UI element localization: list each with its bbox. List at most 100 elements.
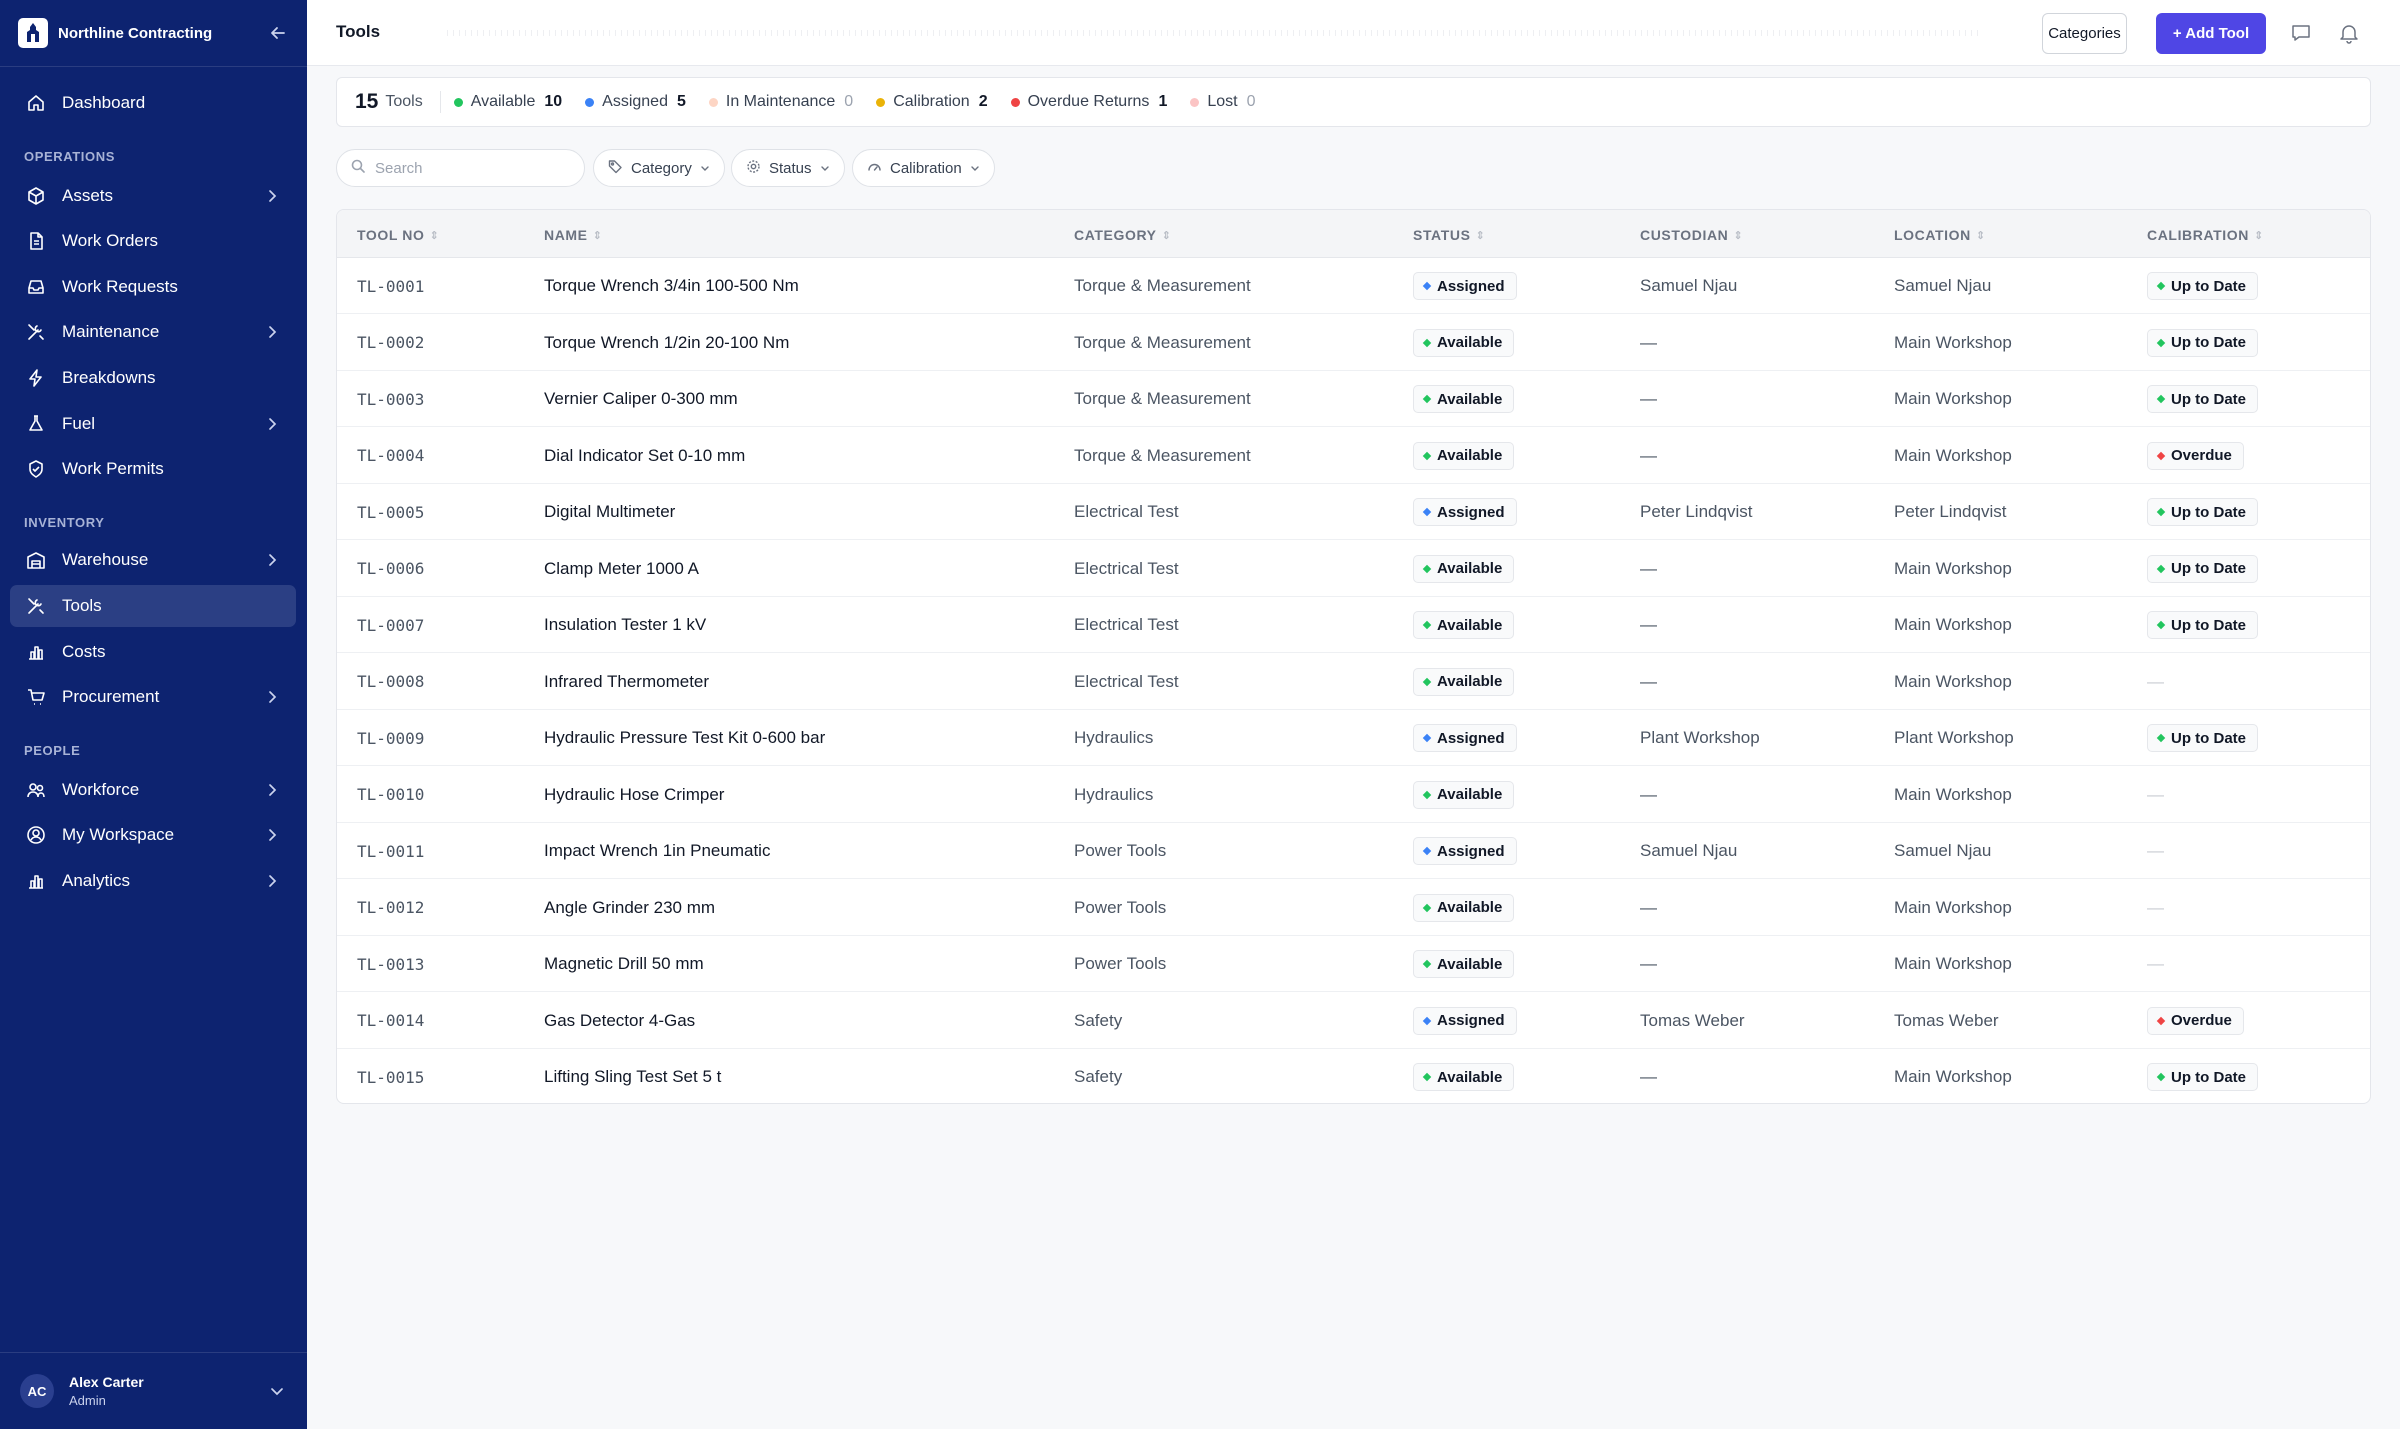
table-row[interactable]: TL-0014 Gas Detector 4-Gas Safety Assigned T… xyxy=(337,993,2370,1049)
user-role: Admin xyxy=(69,1393,106,1408)
status-diamond-icon xyxy=(1422,1072,1432,1082)
column-header-name[interactable]: NAME ⇕ xyxy=(544,227,602,243)
table-row[interactable]: TL-0009 Hydraulic Pressure Test Kit 0-600… xyxy=(337,710,2370,766)
search-input[interactable] xyxy=(375,159,565,177)
table-row[interactable]: TL-0002 Torque Wrench 1/2in 20-100 Nm Torq… xyxy=(337,315,2370,371)
category-filter[interactable]: Category xyxy=(593,149,725,187)
calibration-empty: — xyxy=(2147,784,2164,804)
sidebar-item-label: Warehouse xyxy=(62,550,149,569)
user-menu[interactable]: AC Alex Carter Admin xyxy=(0,1352,307,1429)
add-tool-button[interactable]: + Add Tool xyxy=(2156,13,2266,54)
custodian: Samuel Njau xyxy=(1640,276,1738,295)
sidebar-item-work-permits[interactable]: Work Permits xyxy=(10,448,296,490)
status-badge: Available xyxy=(1413,1063,1515,1091)
status-cell: Assigned xyxy=(1413,258,1517,314)
sidebar-item-work-requests[interactable]: Work Requests xyxy=(10,266,296,308)
tool-number: TL-0011 xyxy=(357,841,425,861)
status-badge: Available xyxy=(1413,554,1515,583)
column-header-location[interactable]: LOCATION ⇕ xyxy=(1894,227,1986,243)
status-gear-icon xyxy=(746,159,761,178)
chevron-down-icon xyxy=(820,160,830,177)
sidebar-item-tools[interactable]: Tools xyxy=(10,585,296,627)
search-box[interactable] xyxy=(336,149,585,187)
sidebar-item-analytics[interactable]: Analytics xyxy=(10,860,296,902)
sidebar-item-label: Work Requests xyxy=(62,277,178,296)
sidebar-item-work-orders[interactable]: Work Orders xyxy=(10,220,296,262)
status-badge-label: Available xyxy=(1437,390,1503,408)
sidebar-item-warehouse[interactable]: Warehouse xyxy=(10,539,296,581)
tool-category: Power Tools xyxy=(1074,954,1167,973)
status-cell: Available xyxy=(1413,936,1515,992)
sidebar-item-breakdowns[interactable]: Breakdowns xyxy=(10,357,296,399)
sidebar-item-maintenance[interactable]: Maintenance xyxy=(10,311,296,353)
status-cell: Assigned xyxy=(1413,993,1517,1049)
collapse-sidebar-icon[interactable] xyxy=(267,22,289,44)
column-header-calibration[interactable]: CALIBRATION ⇕ xyxy=(2147,227,2264,243)
table-row[interactable]: TL-0001 Torque Wrench 3/4in 100-500 Nm Tor… xyxy=(337,258,2370,314)
sidebar-item-assets[interactable]: Assets xyxy=(10,175,296,217)
column-header-tool-no[interactable]: TOOL NO ⇕ xyxy=(357,227,439,243)
status-dot-icon xyxy=(1010,97,1020,107)
user-name: Alex Carter xyxy=(69,1374,144,1390)
sidebar-item-my-workspace[interactable]: My Workspace xyxy=(10,814,296,856)
column-header-category[interactable]: CATEGORY ⇕ xyxy=(1074,227,1171,243)
status-filter[interactable]: Status xyxy=(731,149,845,187)
stat-assigned[interactable]: Assigned 5 xyxy=(585,93,686,111)
chat-icon[interactable] xyxy=(2288,20,2314,46)
table-row[interactable]: TL-0006 Clamp Meter 1000 A Electrical Test… xyxy=(337,541,2370,597)
chevron-down-icon xyxy=(700,160,710,177)
column-header-label: CUSTODIAN xyxy=(1640,227,1729,243)
status-badge-label: Available xyxy=(1437,786,1503,803)
stat-label: Calibration xyxy=(893,93,970,110)
table-row[interactable]: TL-0003 Vernier Caliper 0-300 mm Torque & … xyxy=(337,371,2370,427)
status-filter-label: Status xyxy=(769,159,812,177)
stat-lost[interactable]: Lost 0 xyxy=(1190,93,1256,111)
sidebar-item-dashboard[interactable]: Dashboard xyxy=(10,82,296,124)
sidebar-item-costs[interactable]: Costs xyxy=(10,631,296,673)
column-header-status[interactable]: STATUS ⇕ xyxy=(1413,227,1485,243)
stat-in-maintenance[interactable]: In Maintenance 0 xyxy=(708,93,853,111)
sort-icon: ⇕ xyxy=(1475,229,1486,242)
tag-icon xyxy=(608,159,623,178)
stat-calibration[interactable]: Calibration 2 xyxy=(876,93,988,111)
table-row[interactable]: TL-0005 Digital Multimeter Electrical Test… xyxy=(337,484,2370,540)
table-row[interactable]: TL-0012 Angle Grinder 230 mm Power Tools Av… xyxy=(337,880,2370,936)
status-badge-label: Available xyxy=(1437,616,1503,634)
column-header-custodian[interactable]: CUSTODIAN ⇕ xyxy=(1640,227,1743,243)
sidebar-item-procurement[interactable]: Procurement xyxy=(10,676,296,718)
section-inventory: INVENTORY xyxy=(24,515,105,530)
stat-available[interactable]: Available 10 xyxy=(453,93,563,111)
table-row[interactable]: TL-0004 Dial Indicator Set 0-10 mm Torque … xyxy=(337,428,2370,484)
calibration-filter[interactable]: Calibration xyxy=(852,149,995,187)
section-people: PEOPLE xyxy=(24,743,81,758)
tools-icon xyxy=(24,594,48,618)
status-cell: Available xyxy=(1413,654,1515,710)
chevron-down-icon xyxy=(970,160,980,177)
table-row[interactable]: TL-0013 Magnetic Drill 50 mm Power Tools Av… xyxy=(337,936,2370,992)
table-row[interactable]: TL-0011 Impact Wrench 1in Pneumatic Power … xyxy=(337,823,2370,879)
building-icon xyxy=(24,548,48,572)
custodian: Samuel Njau xyxy=(1640,841,1738,860)
stat-label: Overdue Returns xyxy=(1027,93,1150,110)
location: Main Workshop xyxy=(1894,332,2012,352)
brand-name: Northline Contracting xyxy=(58,24,213,42)
calibration-badge-label: Up to Date xyxy=(2171,729,2246,747)
stat-count: 10 xyxy=(544,93,563,110)
search-icon xyxy=(351,159,365,178)
calibration-diamond-icon xyxy=(2156,733,2166,743)
sidebar-item-workforce[interactable]: Workforce xyxy=(10,769,296,811)
table-row[interactable]: TL-0010 Hydraulic Hose Crimper Hydraulics A… xyxy=(337,767,2370,823)
table-row[interactable]: TL-0015 Lifting Sling Test Set 5 t Safety A… xyxy=(337,1049,2370,1103)
calibration-diamond-icon xyxy=(2156,1072,2166,1082)
stat-overdue-returns[interactable]: Overdue Returns 1 xyxy=(1010,93,1167,111)
tool-category: Power Tools xyxy=(1074,841,1167,860)
column-header-label: STATUS xyxy=(1413,227,1471,243)
sidebar-item-fuel[interactable]: Fuel xyxy=(10,403,296,445)
categories-button[interactable]: Categories xyxy=(2042,13,2127,54)
status-diamond-icon xyxy=(1422,281,1432,291)
bell-icon[interactable] xyxy=(2336,20,2362,46)
table-row[interactable]: TL-0008 Infrared Thermometer Electrical Te… xyxy=(337,654,2370,710)
calibration-badge: Up to Date xyxy=(2147,724,2258,752)
table-row[interactable]: TL-0007 Insulation Tester 1 kV Electrical … xyxy=(337,597,2370,653)
bar-chart-icon xyxy=(24,640,48,664)
